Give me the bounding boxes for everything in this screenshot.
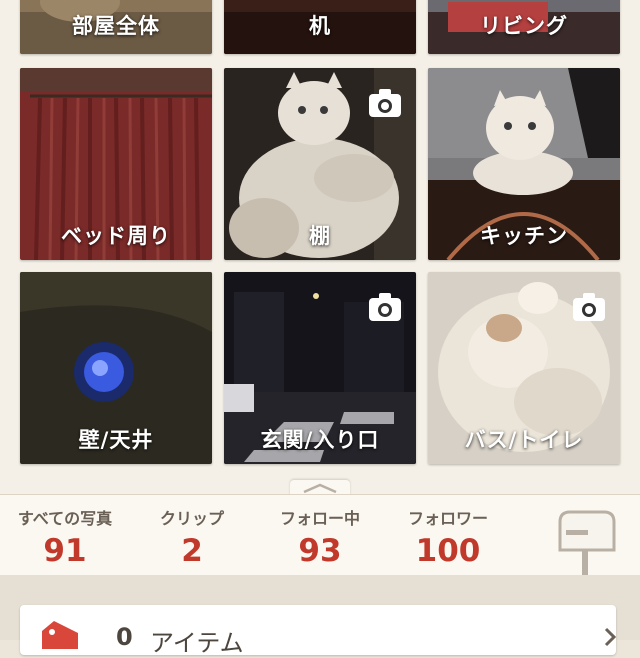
stat-value: 2 [181, 533, 203, 569]
stat-all-photos[interactable]: すべての写真 91 [0, 495, 130, 569]
room-tile-bath[interactable]: バス/トイレ [428, 272, 620, 464]
room-label: キッチン [480, 224, 568, 248]
items-label: アイテム [150, 629, 244, 657]
room-label: 棚 [309, 224, 331, 248]
room-tile-living[interactable]: リビング [428, 0, 620, 54]
stat-label: すべての写真 [17, 509, 113, 528]
room-tile-desk[interactable]: 机 [224, 0, 416, 54]
room-grid: 部屋全体 机 リビング ベッド周り 棚 キッチン 壁/天井 玄関/入り口 バス/… [0, 0, 640, 494]
stat-followers[interactable]: フォロワー 100 [383, 495, 513, 569]
room-tile-shelf[interactable]: 棚 [224, 68, 416, 260]
stat-value: 100 [415, 533, 481, 569]
room-label: バス/トイレ [464, 428, 584, 452]
room-tile-all[interactable]: 部屋全体 [20, 0, 212, 54]
stat-value: 93 [298, 533, 342, 569]
room-label: 部屋全体 [72, 14, 160, 38]
stat-label: フォロー中 [279, 509, 360, 528]
tag-icon [42, 621, 78, 649]
room-label: リビング [480, 14, 568, 38]
stat-label: クリップ [159, 509, 224, 528]
room-tile-entrance[interactable]: 玄関/入り口 [224, 272, 416, 464]
stat-clips[interactable]: クリップ 2 [127, 495, 257, 569]
room-label: ベッド周り [61, 224, 171, 248]
stat-value: 91 [43, 533, 87, 569]
stat-following[interactable]: フォロー中 93 [255, 495, 385, 569]
items-count: 0 [116, 623, 133, 651]
camera-icon [369, 293, 401, 321]
mailbox-icon[interactable] [556, 508, 616, 578]
profile-stats: すべての写真 91 クリップ 2 フォロー中 93 フォロワー 100 [0, 494, 640, 576]
room-tile-bed[interactable]: ベッド周り [20, 68, 212, 260]
room-label: 机 [309, 14, 331, 38]
chevron-right-icon [604, 627, 617, 647]
camera-icon [369, 89, 401, 117]
room-label: 玄関/入り口 [260, 428, 380, 452]
room-label: 壁/天井 [78, 428, 154, 452]
room-tile-kitchen[interactable]: キッチン [428, 68, 620, 260]
stat-label: フォロワー [407, 509, 488, 528]
camera-icon [573, 293, 605, 321]
items-row[interactable]: 0 アイテム [20, 605, 617, 657]
room-tile-wall[interactable]: 壁/天井 [20, 272, 212, 464]
